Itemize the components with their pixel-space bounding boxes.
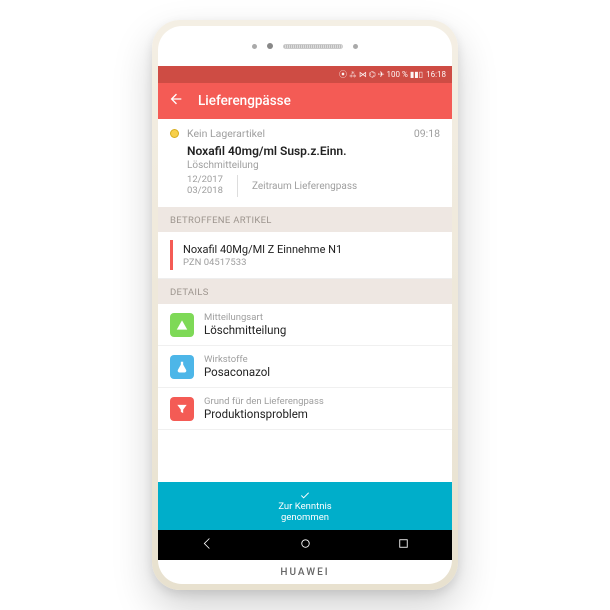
phone-bezel: ⦿ ⁂ ⋈ ⌬ ✈ 100 % ▮▮▯ 16:18 Lieferengpässe… <box>158 26 452 584</box>
period-dates: 12/2017 03/2018 <box>187 175 223 197</box>
filter-icon <box>170 397 194 421</box>
nav-home-icon[interactable] <box>298 536 313 555</box>
stock-status: Kein Lagerartikel <box>187 127 406 140</box>
product-subtitle: Löschmitteilung <box>187 160 440 171</box>
nav-recent-icon[interactable] <box>396 536 411 555</box>
android-nav-bar <box>158 530 452 560</box>
detail-value: Posaconazol <box>204 365 270 379</box>
content-area: Kein Lagerartikel 09:18 Noxafil 40mg/ml … <box>158 119 452 530</box>
nav-back-icon[interactable] <box>200 536 215 555</box>
summary-card: Kein Lagerartikel 09:18 Noxafil 40mg/ml … <box>158 119 452 207</box>
detail-value: Löschmitteilung <box>204 323 286 337</box>
flask-icon <box>170 355 194 379</box>
sensor-dot <box>353 44 358 49</box>
divider <box>237 175 238 197</box>
cta-line2: genommen <box>281 513 329 523</box>
front-camera <box>267 43 273 49</box>
section-header-affected: BETROFFENE ARTIKEL <box>158 207 452 232</box>
phone-frame: ⦿ ⁂ ⋈ ⌬ ✈ 100 % ▮▮▯ 16:18 Lieferengpässe… <box>152 20 458 590</box>
status-dot-icon <box>170 129 179 138</box>
detail-value: Produktionsproblem <box>204 407 324 421</box>
detail-label: Grund für den Lieferengpass <box>204 396 324 407</box>
accent-bar <box>170 240 173 270</box>
detail-label: Mitteilungsart <box>204 312 286 323</box>
screen: ⦿ ⁂ ⋈ ⌬ ✈ 100 % ▮▮▯ 16:18 Lieferengpässe… <box>158 66 452 560</box>
detail-row-grund: Grund für den Lieferengpass Produktionsp… <box>158 388 452 430</box>
article-name: Noxafil 40Mg/Ml Z Einnehme N1 <box>183 243 342 256</box>
affected-article-row[interactable]: Noxafil 40Mg/Ml Z Einnehme N1 PZN 045175… <box>158 232 452 279</box>
article-pzn: PZN 04517533 <box>183 257 342 268</box>
status-bar: ⦿ ⁂ ⋈ ⌬ ✈ 100 % ▮▮▯ 16:18 <box>158 66 452 83</box>
back-icon[interactable] <box>168 91 184 111</box>
check-icon <box>298 490 312 501</box>
phone-top-hardware <box>158 26 452 66</box>
detail-row-wirkstoffe: Wirkstoffe Posaconazol <box>158 346 452 388</box>
sensor-dot <box>252 44 257 49</box>
item-time: 09:18 <box>414 127 440 140</box>
earpiece-speaker <box>283 44 343 49</box>
product-name: Noxafil 40mg/ml Susp.z.Einn. <box>187 144 440 158</box>
period-row: 12/2017 03/2018 Zeitraum Lieferengpass <box>187 175 440 197</box>
period-label: Zeitraum Lieferengpass <box>252 181 357 192</box>
app-bar: Lieferengpässe <box>158 83 452 119</box>
detail-label: Wirkstoffe <box>204 354 270 365</box>
triangle-icon <box>170 313 194 337</box>
detail-row-mitteilungsart: Mitteilungsart Löschmitteilung <box>158 304 452 346</box>
cta-line1: Zur Kenntnis <box>278 502 331 512</box>
period-to: 03/2018 <box>187 186 223 197</box>
status-icons: ⦿ ⁂ ⋈ ⌬ ✈ 100 % ▮▮▯ <box>339 69 423 80</box>
section-header-details: DETAILS <box>158 279 452 304</box>
app-title: Lieferengpässe <box>198 93 291 109</box>
acknowledge-button[interactable]: Zur Kenntnis genommen <box>158 482 452 530</box>
brand-logo: HUAWEI <box>158 560 452 584</box>
status-time: 16:18 <box>426 70 446 79</box>
